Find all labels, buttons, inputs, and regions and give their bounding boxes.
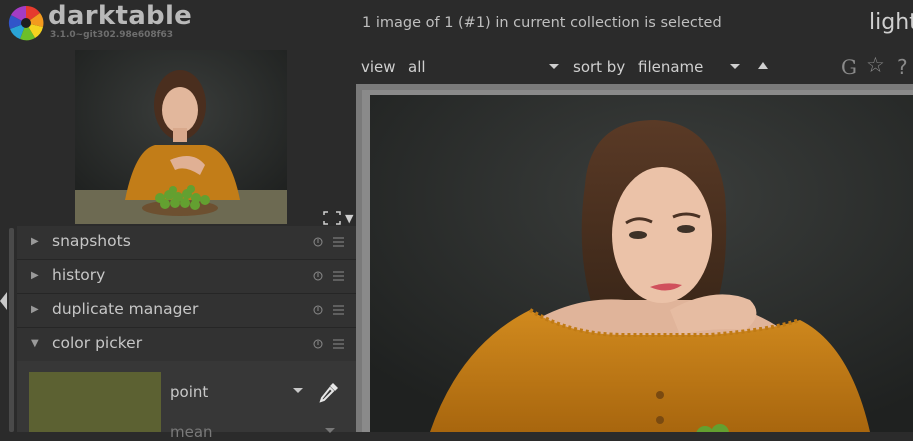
eyedropper-icon[interactable] — [317, 380, 341, 404]
module-label: snapshots — [52, 232, 131, 250]
grouping-icon[interactable]: G — [841, 55, 857, 79]
view-filter-select[interactable]: all — [408, 58, 426, 76]
expand-arrow-icon[interactable]: ▶ — [31, 304, 39, 315]
app-name: darktable — [48, 1, 193, 31]
color-swatch[interactable] — [29, 372, 161, 432]
presets-menu-icon[interactable] — [333, 236, 344, 248]
chevron-down-icon[interactable] — [730, 64, 740, 69]
presets-menu-icon[interactable] — [333, 338, 344, 350]
reset-icon[interactable] — [313, 237, 323, 247]
left-panel-scrollbar[interactable] — [9, 228, 14, 432]
view-filter-label: view — [361, 58, 396, 76]
darktable-logo — [8, 5, 44, 41]
module-duplicate-manager[interactable]: ▶ duplicate manager — [17, 294, 356, 328]
picker-mode-select[interactable]: point — [170, 383, 208, 401]
expand-arrow-icon[interactable]: ▶ — [31, 236, 39, 247]
expand-arrow-icon[interactable]: ▶ — [31, 270, 39, 281]
presets-menu-icon[interactable] — [333, 304, 344, 316]
star-icon[interactable]: ☆ — [866, 53, 885, 77]
reset-icon[interactable] — [313, 305, 323, 315]
help-icon[interactable]: ? — [897, 55, 908, 79]
module-history[interactable]: ▶ history — [17, 260, 356, 294]
sort-by-label: sort by — [573, 58, 626, 76]
chevron-down-icon[interactable] — [325, 428, 335, 433]
reset-icon[interactable] — [313, 271, 323, 281]
reset-icon[interactable] — [313, 339, 323, 349]
navigation-thumbnail[interactable] — [75, 50, 287, 224]
chevron-down-icon[interactable] — [549, 64, 559, 69]
picker-statistic-select[interactable]: mean — [170, 423, 213, 441]
sort-order-icon[interactable] — [758, 62, 768, 69]
chevron-down-icon[interactable] — [293, 388, 303, 393]
module-label: color picker — [52, 334, 143, 352]
chevron-down-icon[interactable]: ▼ — [345, 212, 353, 225]
selection-status: 1 image of 1 (#1) in current collection … — [362, 15, 722, 31]
module-color-picker[interactable]: ▼ color picker — [17, 328, 356, 362]
module-snapshots[interactable]: ▶ snapshots — [17, 226, 356, 260]
collapse-left-panel-icon[interactable] — [0, 292, 7, 310]
zoom-fit-icon[interactable] — [323, 211, 341, 225]
sort-by-select[interactable]: filename — [638, 58, 703, 76]
module-label: duplicate manager — [52, 300, 199, 318]
module-label: history — [52, 266, 106, 284]
app-version: 3.1.0~git302.98e608f63 — [50, 30, 174, 40]
filter-bar — [356, 50, 913, 84]
main-image[interactable] — [370, 95, 913, 432]
collapse-arrow-icon[interactable]: ▼ — [31, 338, 39, 349]
presets-menu-icon[interactable] — [333, 270, 344, 282]
view-switcher-lighttable[interactable]: light — [869, 10, 913, 35]
